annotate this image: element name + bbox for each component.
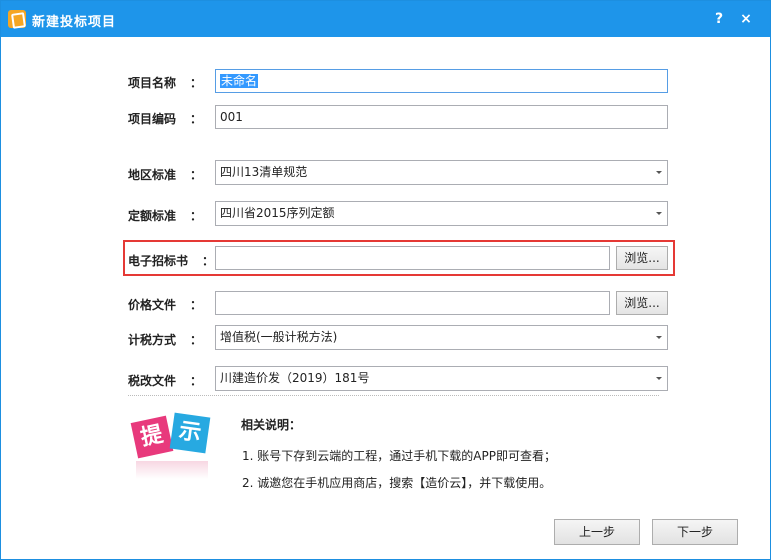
project-code-colon: ： <box>190 112 203 126</box>
tax-method-label: 计税方式 <box>128 333 177 347</box>
project-name-input[interactable]: 未命名 <box>215 69 668 93</box>
close-button[interactable]: × <box>734 7 758 31</box>
tips-icon-reflection <box>136 461 208 479</box>
tax-reform-file-colon: ： <box>190 374 203 388</box>
app-icon <box>8 10 26 28</box>
note-item: 2. 诚邀您在手机应用商店，搜索【造价云】，并下载使用。 <box>242 476 552 490</box>
project-name-value: 未命名 <box>220 74 259 88</box>
separator <box>128 395 659 396</box>
project-code-label: 项目编码 <box>128 112 177 126</box>
project-code-value: 001 <box>220 110 243 124</box>
next-step-button[interactable]: 下一步 <box>652 519 738 545</box>
price-file-label: 价格文件 <box>128 298 177 312</box>
price-file-input[interactable] <box>215 291 610 315</box>
tender-doc-label: 电子招标书 <box>128 254 189 268</box>
tax-method-colon: ： <box>190 333 203 347</box>
tips-icon: 提 示 <box>130 409 216 487</box>
tips-icon-tile: 提 <box>130 415 174 459</box>
chevron-down-icon <box>656 212 662 215</box>
chevron-down-icon <box>656 336 662 339</box>
tax-method-value: 增值税(一般计税方法) <box>220 330 338 344</box>
tax-reform-file-label: 税改文件 <box>128 374 177 388</box>
project-code-input[interactable]: 001 <box>215 105 668 129</box>
region-standard-select[interactable]: 四川13清单规范 <box>215 160 668 185</box>
quota-standard-value: 四川省2015序列定额 <box>220 206 335 220</box>
note-item: 1. 账号下存到云端的工程，通过手机下载的APP即可查看； <box>242 449 556 463</box>
project-name-label: 项目名称 <box>128 76 177 90</box>
tax-reform-file-value: 川建造价发（2019）181号 <box>220 371 370 385</box>
dialog-title: 新建投标项目 <box>32 15 117 30</box>
quota-standard-colon: ： <box>190 209 203 223</box>
price-file-browse-button[interactable]: 浏览... <box>616 291 668 315</box>
tender-doc-input[interactable] <box>215 246 610 270</box>
title-bar: 新建投标项目 ? × <box>1 1 770 37</box>
tax-method-select[interactable]: 增值税(一般计税方法) <box>215 325 668 350</box>
help-button[interactable]: ? <box>707 7 731 31</box>
project-name-colon: ： <box>190 76 203 90</box>
quota-standard-select[interactable]: 四川省2015序列定额 <box>215 201 668 226</box>
tender-doc-colon: ： <box>202 254 215 268</box>
region-standard-colon: ： <box>190 168 203 182</box>
quota-standard-label: 定额标准 <box>128 209 177 223</box>
previous-step-button[interactable]: 上一步 <box>554 519 640 545</box>
notes-title: 相关说明： <box>241 418 302 432</box>
tax-reform-file-select[interactable]: 川建造价发（2019）181号 <box>215 366 668 391</box>
price-file-colon: ： <box>190 298 203 312</box>
region-standard-value: 四川13清单规范 <box>220 165 308 179</box>
region-standard-label: 地区标准 <box>128 168 177 182</box>
tips-icon-tile: 示 <box>169 412 211 454</box>
chevron-down-icon <box>656 171 662 174</box>
new-bid-project-dialog: 新建投标项目 ? × 项目名称 ： 未命名 项目编码 ： 001 地区标准 ： … <box>0 0 771 560</box>
chevron-down-icon <box>656 377 662 380</box>
tender-doc-browse-button[interactable]: 浏览... <box>616 246 668 270</box>
